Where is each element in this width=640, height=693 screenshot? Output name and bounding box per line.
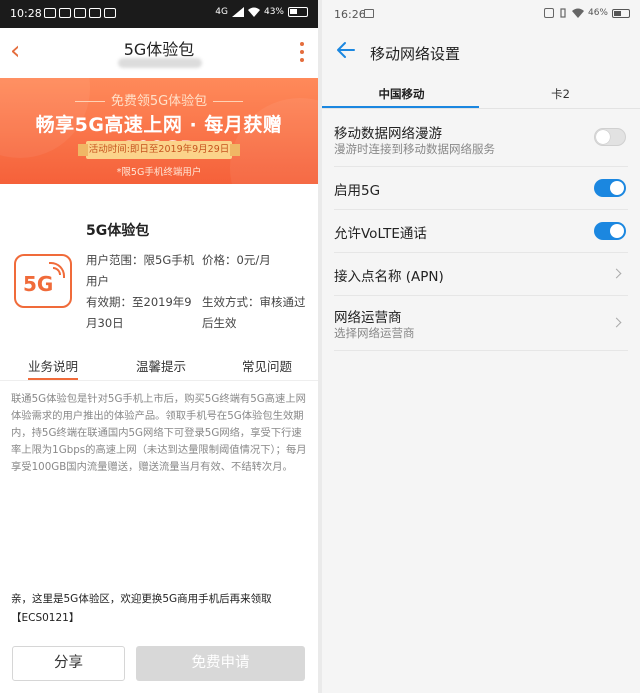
setting-subtitle: 选择网络运营商 (334, 326, 415, 340)
notification-icon (74, 8, 86, 18)
share-button[interactable]: 分享 (12, 646, 125, 681)
effect-info: 生效方式：审核通过 (202, 295, 306, 309)
package-icon-text: 5G (23, 272, 54, 296)
battery-percent: 46% (587, 8, 608, 18)
setting-subtitle: 漫游时连接到移动数据网络服务 (334, 142, 495, 156)
setting-title: 允许VoLTE通话 (334, 226, 427, 242)
banner-period: 活动时间:即日至2019年9月29日 (78, 141, 240, 159)
status-bar: 10:28 4G 43% (0, 0, 318, 28)
info-tabs: 业务说明 温馨提示 常见问题 (0, 356, 318, 380)
notification-icon (89, 8, 101, 18)
banner-subtitle: 免费领5G体验包 (0, 90, 318, 109)
wifi-icon (247, 7, 260, 17)
validity-info: 有效期：至2019年9 (86, 295, 192, 309)
promo-banner: 免费领5G体验包 畅享5G高速上网 · 每月获赠100GB 活动时间:即日至20… (0, 78, 318, 184)
notification-icon (104, 8, 116, 18)
setting-volte[interactable]: 允许VoLTE通话 (322, 211, 640, 251)
footer-note: 亲，这里是5G体验区，欢迎更换5G商用手机后再来领取 【ECS0121】 (11, 593, 272, 624)
page-title: 移动网络设置 (370, 45, 461, 63)
setting-title: 网络运营商 (334, 310, 402, 326)
tab-sim-2[interactable]: 卡2 (481, 86, 640, 102)
tab-china-mobile[interactable]: 中国移动 (322, 86, 481, 102)
scope-value-cont: 用户 (86, 274, 109, 288)
status-right: 4G 43% (215, 7, 308, 17)
back-arrow-icon[interactable] (336, 40, 356, 60)
signal-icon (231, 7, 244, 17)
tab-tips[interactable]: 温馨提示 (136, 356, 186, 375)
setting-title: 启用5G (334, 183, 381, 199)
enable-5g-toggle[interactable] (594, 179, 626, 197)
notification-icons (44, 8, 116, 18)
5g-package-icon: 5G (14, 254, 72, 308)
effect-value-cont: 后生效 (202, 316, 237, 330)
price-info: 价格：0元/月 (202, 253, 271, 267)
package-title: 5G体验包 (86, 223, 150, 239)
app-header: ‹ 5G体验包 (0, 28, 318, 78)
setting-title: 移动数据网络漫游 (334, 126, 442, 142)
phone-number-blurred (118, 58, 202, 68)
data-roaming-toggle[interactable] (594, 128, 626, 146)
left-screen: 10:28 4G 43% ‹ 5G体验包 免费领5G体验包 畅享5G高速上网 ·… (0, 0, 318, 693)
settings-header: 移动网络设置 (322, 28, 640, 80)
battery-percent: 43% (263, 7, 284, 17)
image-notification-icon (364, 9, 374, 18)
setting-title: 接入点名称 (APN) (334, 269, 444, 285)
wifi-icon (571, 8, 584, 18)
right-screen: 16:26 46% 移动网络设置 中国移动 卡2 移动数据网络漫游 漫游时连接到… (322, 0, 640, 693)
chevron-right-icon (611, 317, 622, 328)
status-right: 46% (543, 8, 630, 18)
setting-data-roaming[interactable]: 移动数据网络漫游 漫游时连接到移动数据网络服务 (322, 116, 640, 164)
banner-note: *限5G手机终端用户 (116, 167, 202, 178)
tab-business-description[interactable]: 业务说明 (28, 356, 79, 380)
bottom-action-bar: 分享 免费申请 (0, 635, 318, 693)
free-apply-button[interactable]: 免费申请 (136, 646, 305, 681)
setting-apn[interactable]: 接入点名称 (APN) (322, 254, 640, 294)
status-time: 10:28 (10, 7, 42, 20)
tab-faq[interactable]: 常见问题 (242, 356, 292, 375)
chevron-right-icon (611, 268, 622, 279)
status-time: 16:26 (334, 8, 366, 21)
notification-icon (59, 8, 71, 18)
status-bar: 16:26 46% (322, 0, 640, 28)
validity-value-cont: 月30日 (86, 316, 124, 330)
notification-icon (44, 8, 56, 18)
network-type: 4G (215, 7, 228, 17)
setting-network-operator[interactable]: 网络运营商 选择网络运营商 (322, 298, 640, 348)
page-title: 5G体验包 (123, 40, 195, 59)
battery-icon (288, 7, 308, 17)
business-description: 联通5G体验包是针对5G手机上市后，购买5G终端有5G高速上网体验需求的用户推出… (11, 393, 307, 473)
nfc-icon (543, 8, 554, 18)
more-icon[interactable] (300, 42, 304, 66)
vibrate-icon (560, 8, 566, 18)
volte-toggle[interactable] (594, 222, 626, 240)
battery-icon (612, 8, 630, 18)
setting-enable-5g[interactable]: 启用5G (322, 168, 640, 208)
scope-label: 用户范围：限5G手机 (86, 253, 195, 267)
